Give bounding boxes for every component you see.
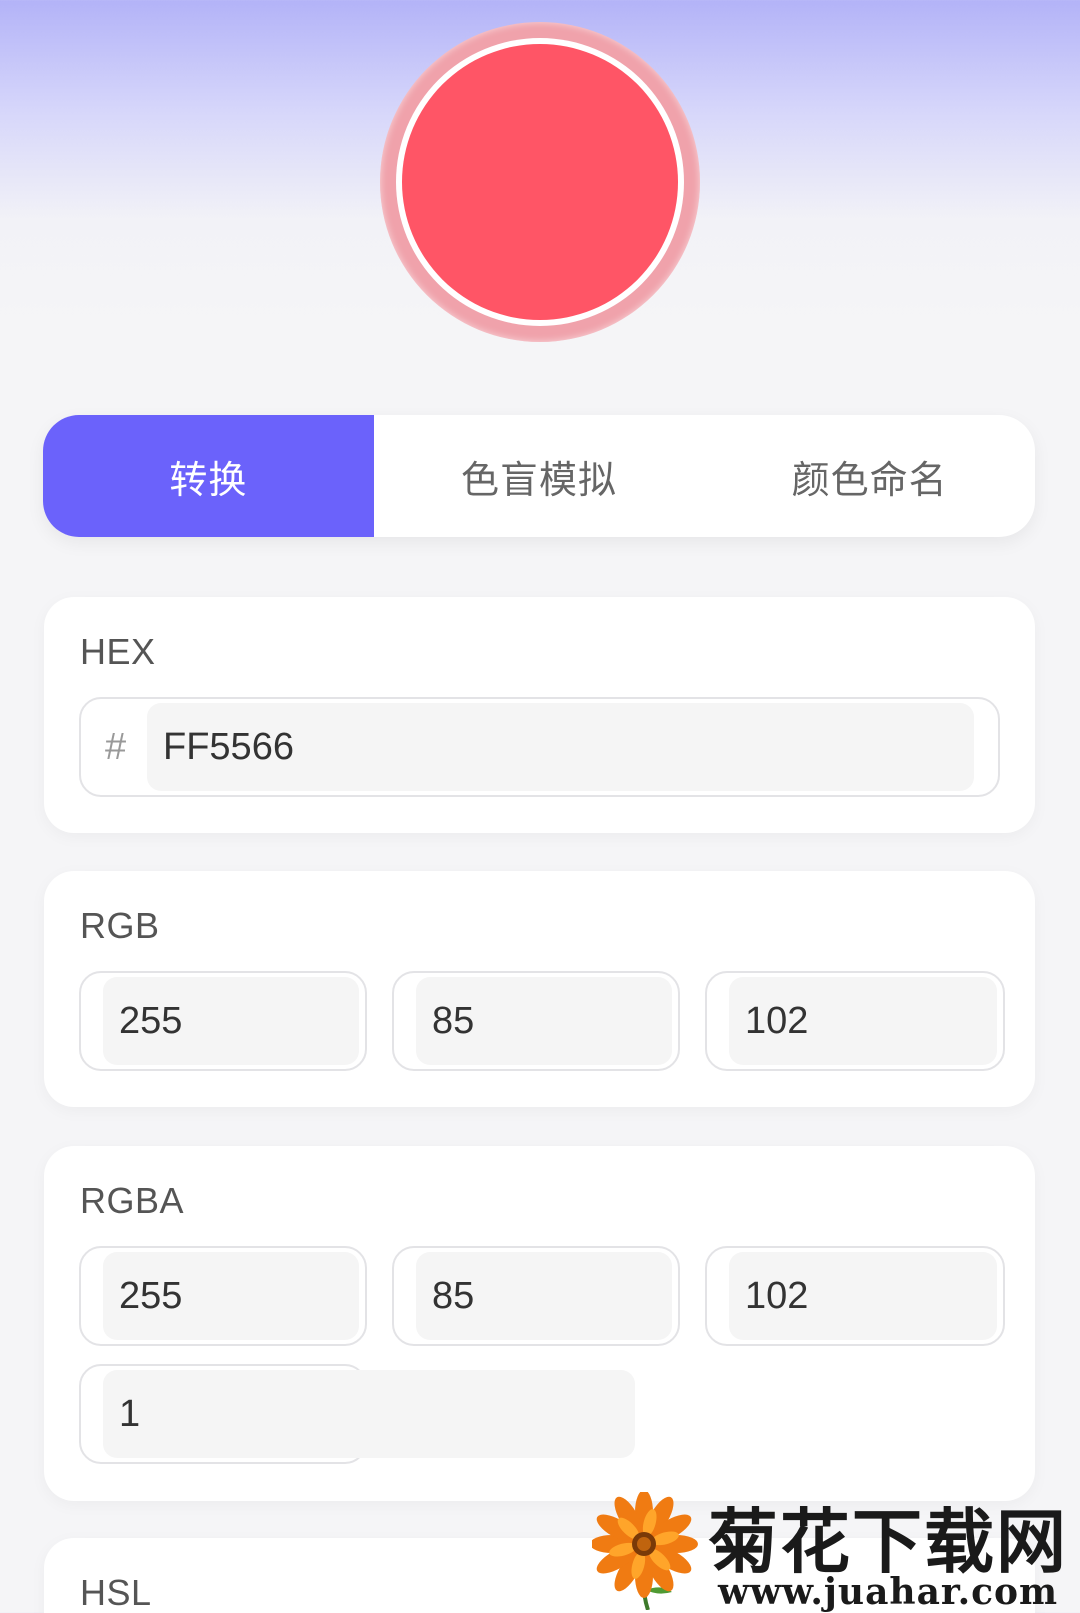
- hex-input[interactable]: FF5566: [147, 703, 974, 791]
- rgb-b-input[interactable]: 102: [729, 977, 997, 1065]
- tab-convert[interactable]: 转换: [43, 415, 374, 537]
- hex-field[interactable]: # FF5566: [79, 697, 1000, 797]
- rgba-r-field[interactable]: 255: [79, 1246, 367, 1346]
- tab-colorblind-simulation[interactable]: 色盲模拟: [374, 415, 705, 537]
- rgba-card: RGBA 255 85 102 1: [44, 1146, 1035, 1501]
- rgb-title: RGB: [80, 905, 160, 946]
- watermark-url: www.juahar.com: [718, 1571, 1059, 1613]
- rgba-a-input[interactable]: 1: [103, 1370, 635, 1458]
- hex-card: HEX # FF5566: [44, 597, 1035, 833]
- hsl-title: HSL: [80, 1572, 152, 1613]
- hash-prefix: #: [105, 725, 127, 768]
- flower-icon: [592, 1492, 698, 1610]
- rgb-b-field[interactable]: 102: [705, 971, 1005, 1071]
- rgba-title: RGBA: [80, 1180, 185, 1221]
- rgb-card: RGB 255 85 102: [44, 871, 1035, 1107]
- watermark: 菊花下载网 www.juahar.com: [590, 1478, 1080, 1613]
- rgb-r-input[interactable]: 255: [103, 977, 359, 1065]
- rgb-r-field[interactable]: 255: [79, 971, 367, 1071]
- rgba-g-field[interactable]: 85: [392, 1246, 680, 1346]
- rgba-g-input[interactable]: 85: [416, 1252, 672, 1340]
- color-preview-ring: [396, 38, 684, 326]
- color-preview: [380, 22, 700, 342]
- rgba-a-field[interactable]: 1: [79, 1364, 635, 1464]
- rgb-g-field[interactable]: 85: [392, 971, 680, 1071]
- tab-color-naming[interactable]: 颜色命名: [704, 415, 1035, 537]
- rgb-g-input[interactable]: 85: [416, 977, 672, 1065]
- rgba-b-input[interactable]: 102: [729, 1252, 997, 1340]
- rgba-r-input[interactable]: 255: [103, 1252, 359, 1340]
- mode-tabs: 转换 色盲模拟 颜色命名: [43, 415, 1035, 537]
- hex-title: HEX: [80, 631, 156, 672]
- color-swatch[interactable]: [402, 44, 678, 320]
- rgba-b-field[interactable]: 102: [705, 1246, 1005, 1346]
